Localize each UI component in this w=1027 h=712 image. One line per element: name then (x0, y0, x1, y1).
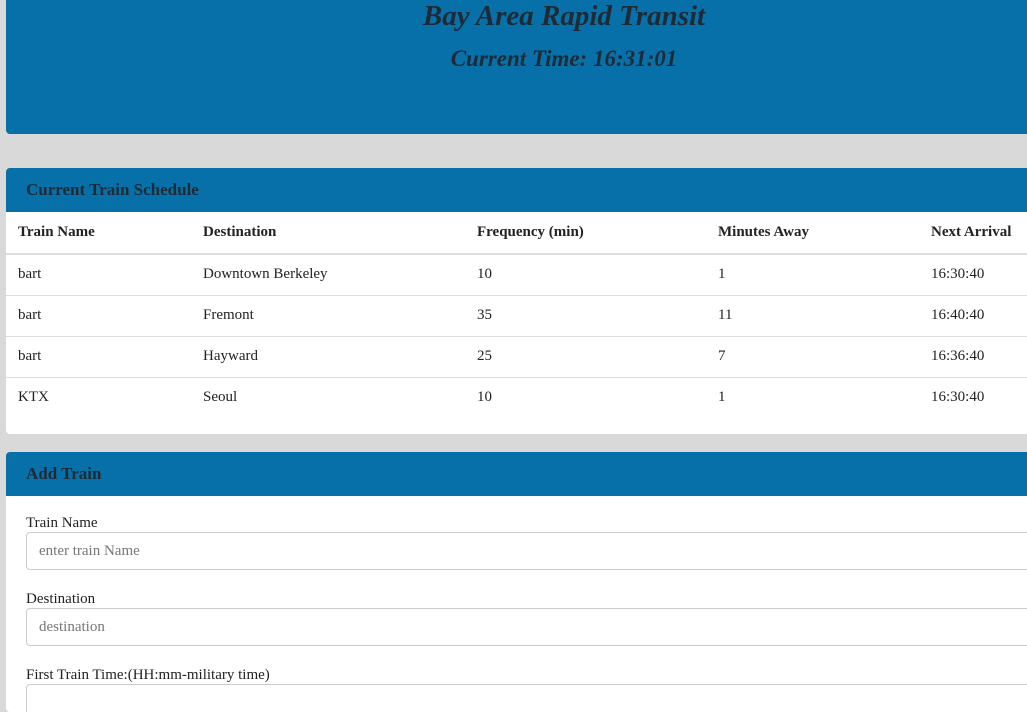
cell-destination: Fremont (191, 294, 465, 336)
column-header-minutes-away: Minutes Away (706, 212, 919, 255)
form-group-train-name: Train Name (26, 514, 1027, 570)
column-header-destination: Destination (191, 212, 465, 255)
table-header-row: Train Name Destination Frequency (min) M… (6, 212, 1027, 255)
destination-label: Destination (26, 591, 96, 607)
form-group-destination: Destination (26, 590, 1027, 646)
add-train-form: Train Name Destination First Train Time:… (6, 496, 1027, 712)
first-train-time-input[interactable] (26, 684, 1027, 712)
cell-train-name: bart (6, 335, 191, 377)
cell-frequency: 10 (477, 266, 492, 283)
cell-next-arrival: 16:40:40 (919, 294, 1027, 336)
table-row: bart Fremont 35 11 16:40:40 (6, 294, 1027, 336)
header-banner: Bay Area Rapid Transit Current Time: 16:… (6, 0, 1027, 134)
cell-frequency: 10 (465, 376, 706, 418)
cell-next-arrival: 16:30:40 (931, 266, 985, 283)
cell-frequency: 35 (465, 294, 706, 336)
current-time: Current Time: 16:31:01 (450, 46, 678, 71)
add-train-heading: Add Train (6, 452, 1027, 496)
schedule-table: Train Name Destination Frequency (min) M… (6, 212, 1027, 418)
cell-destination: Seoul (191, 376, 465, 418)
add-train-panel: Add Train Train Name Destination First T… (6, 452, 1027, 712)
cell-frequency: 25 (465, 335, 706, 377)
first-train-time-label: First Train Time:(HH:mm-military time) (26, 667, 270, 683)
cell-next-arrival: 16:36:40 (919, 335, 1027, 377)
page-title: Bay Area Rapid Transit (422, 0, 706, 32)
cell-minutes-away: 11 (706, 294, 919, 336)
cell-minutes-away: 1 (706, 376, 919, 418)
train-name-label: Train Name (26, 515, 98, 531)
cell-minutes-away: 7 (706, 335, 919, 377)
schedule-panel: Current Train Schedule Train Name Destin… (6, 168, 1027, 434)
cell-destination: Downtown Berkeley (203, 266, 328, 283)
table-row: bart Downtown Berkeley 10 1 16:30:40 (6, 254, 1027, 295)
schedule-heading: Current Train Schedule (6, 168, 1027, 212)
cell-train-name: bart (18, 266, 42, 283)
train-name-input[interactable] (26, 532, 1027, 570)
cell-next-arrival: 16:30:40 (919, 376, 1027, 418)
cell-train-name: bart (6, 294, 191, 336)
table-row: KTX Seoul 10 1 16:30:40 (6, 376, 1027, 418)
cell-train-name: KTX (6, 376, 191, 418)
table-row: bart Hayward 25 7 16:36:40 (6, 335, 1027, 377)
cell-minutes-away: 1 (718, 266, 726, 283)
cell-destination: Hayward (191, 335, 465, 377)
destination-input[interactable] (26, 608, 1027, 646)
form-group-first-train-time: First Train Time:(HH:mm-military time) (26, 666, 1027, 712)
column-header-next-arrival: Next Arrival (919, 212, 1027, 255)
column-header-train-name: Train Name (6, 212, 191, 255)
column-header-frequency: Frequency (min) (465, 212, 706, 255)
